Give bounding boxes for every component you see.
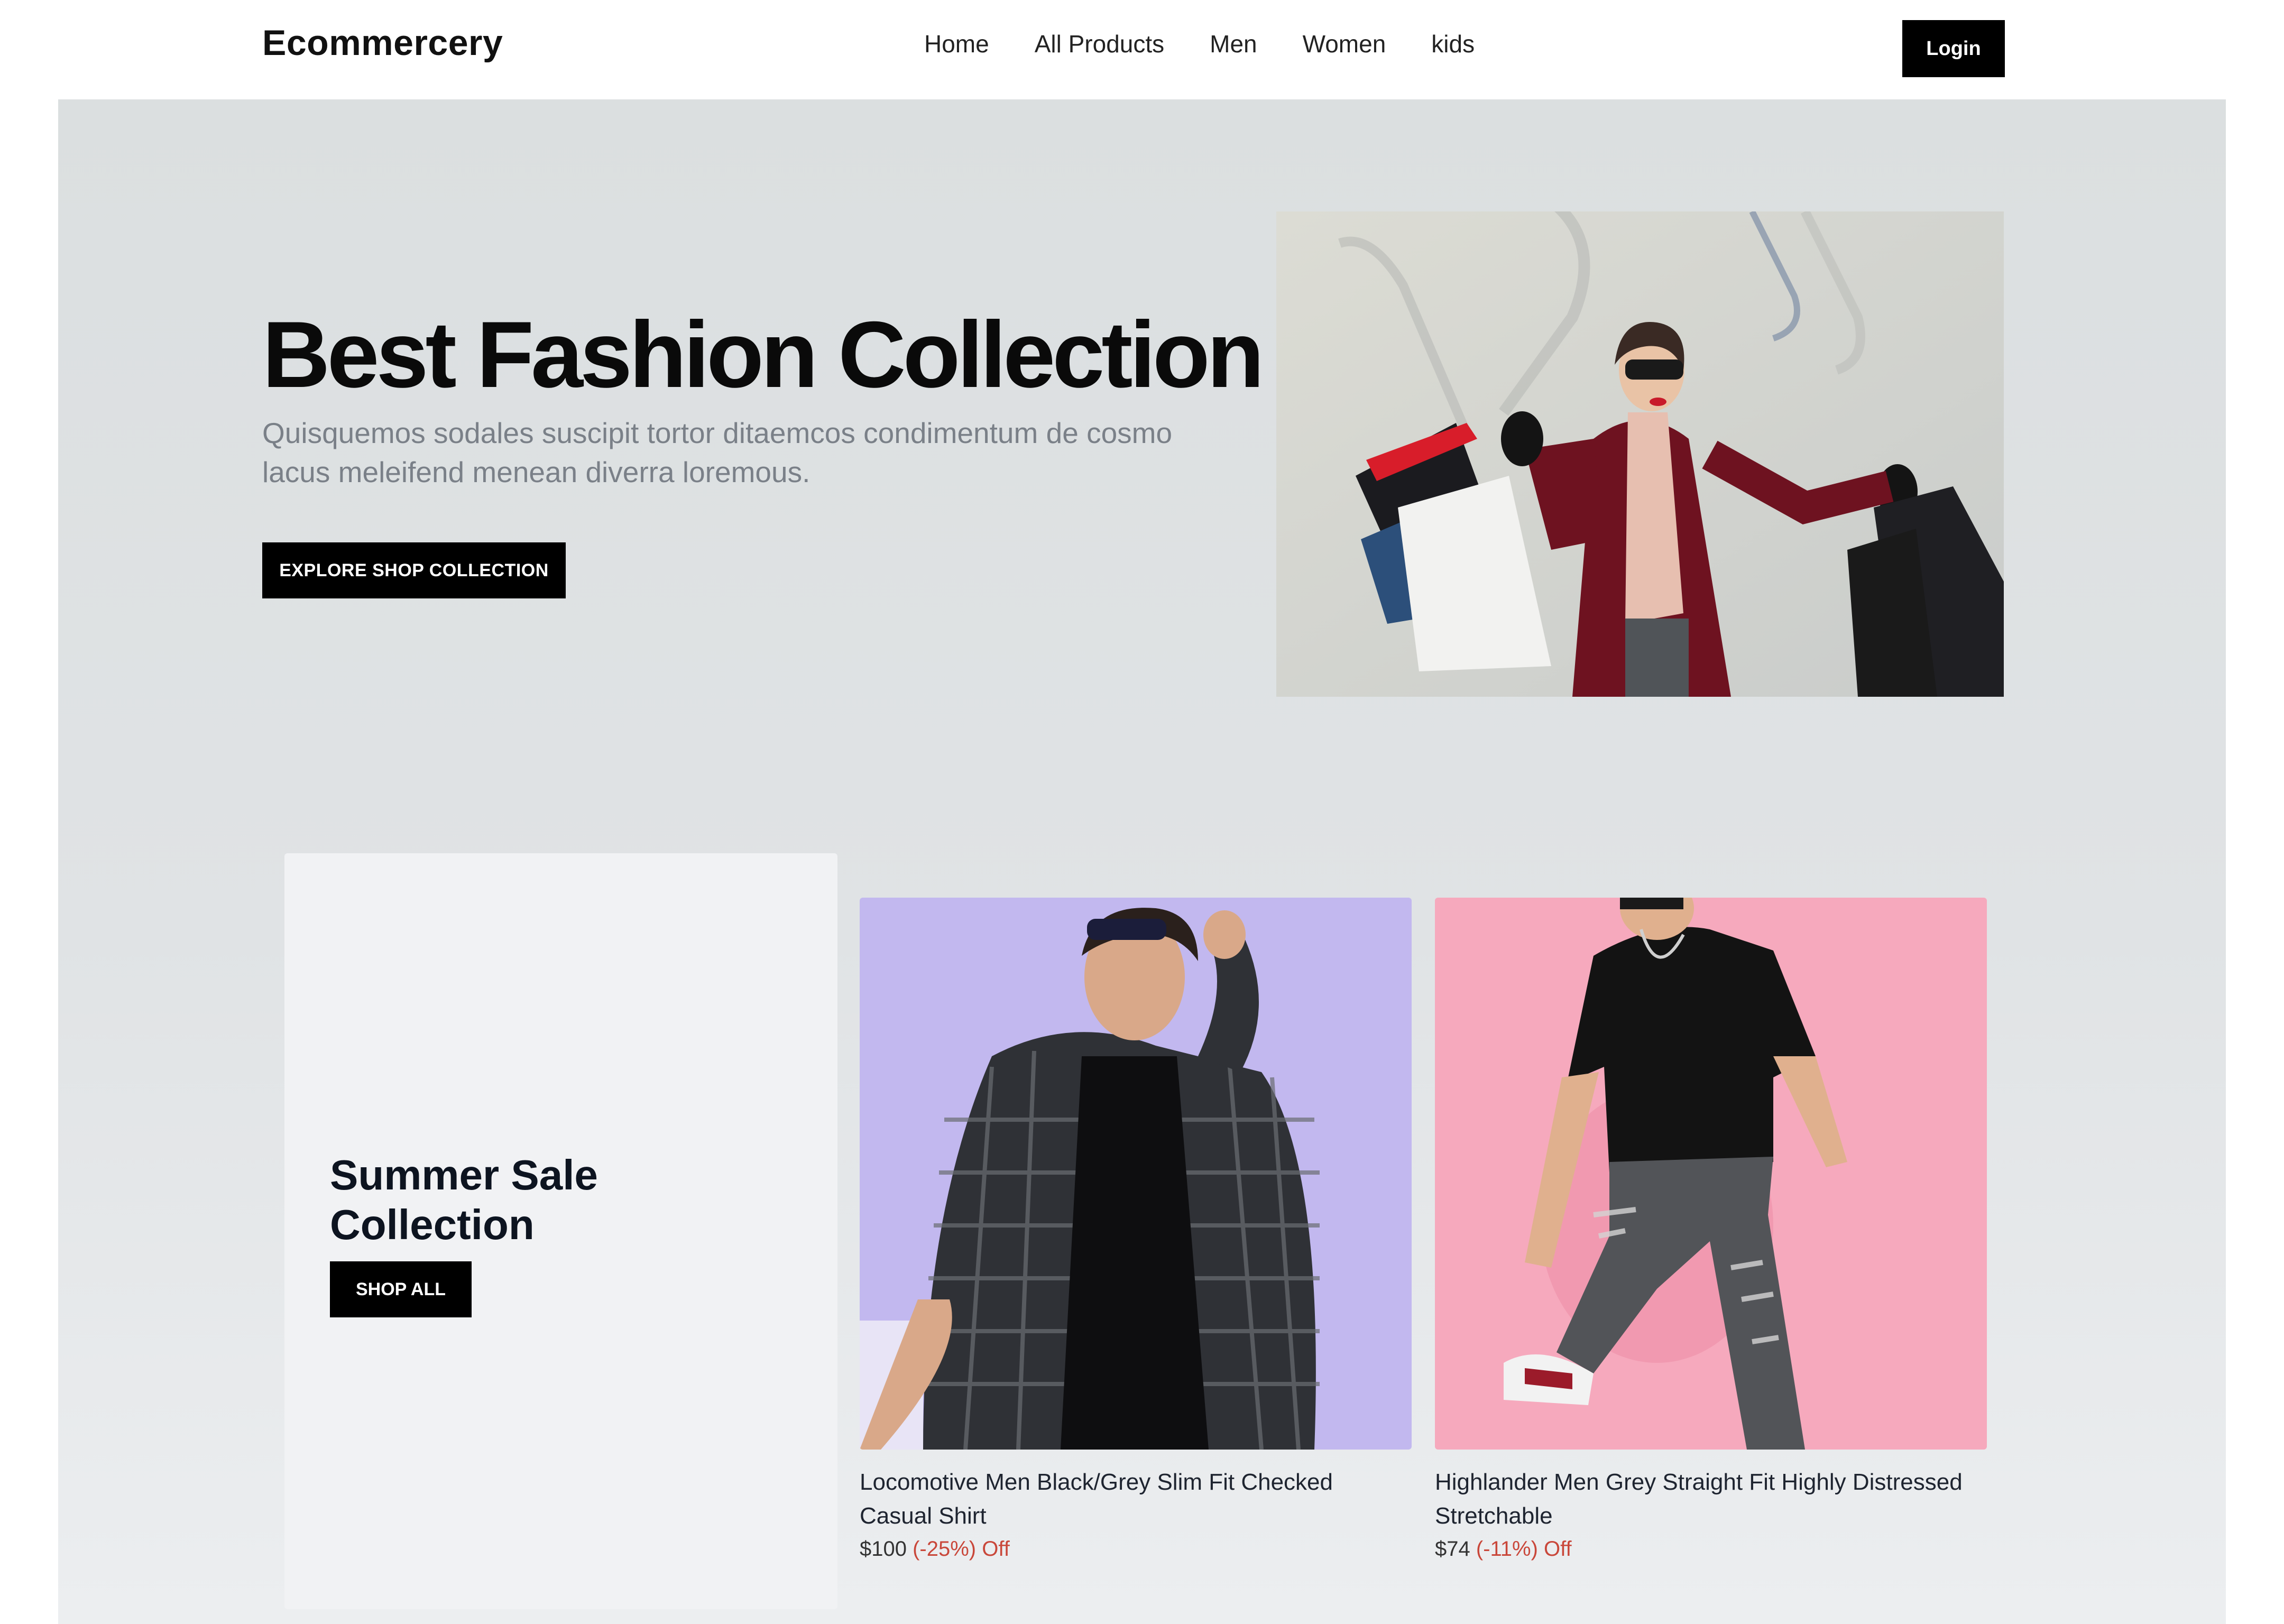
summer-sale-title: Summer Sale Collection — [330, 1151, 598, 1248]
hero-title: Best Fashion Collection — [262, 302, 1264, 407]
product-image[interactable] — [1435, 898, 1987, 1450]
nav-link-women[interactable]: Women — [1303, 30, 1386, 58]
woman-shopping-photo — [1276, 211, 2004, 697]
hero-description: Quisquemos sodales suscipit tortor ditae… — [262, 417, 1173, 488]
navbar: Ecommercery Home All Products Men Women … — [0, 0, 2284, 99]
product-price-row: $74 (-11%) Off — [1435, 1537, 1987, 1561]
product-name[interactable]: Locomotive Men Black/Grey Slim Fit Check… — [860, 1465, 1412, 1533]
main-content: Best Fashion Collection Quisquemos sodal… — [58, 99, 2226, 1624]
nav-link-men[interactable]: Men — [1210, 30, 1257, 58]
product-name[interactable]: Highlander Men Grey Straight Fit Highly … — [1435, 1465, 1987, 1533]
hero-image — [1276, 211, 2004, 697]
explore-shop-collection-button[interactable]: EXPLORE SHOP COLLECTION — [262, 542, 566, 598]
product-card[interactable]: Locomotive Men Black/Grey Slim Fit Check… — [860, 898, 1412, 1561]
shop-all-button[interactable]: SHOP ALL — [330, 1261, 472, 1317]
nav-links: Home All Products Men Women kids — [924, 30, 1475, 58]
nav-link-all-products[interactable]: All Products — [1035, 30, 1164, 58]
nav-link-kids[interactable]: kids — [1431, 30, 1475, 58]
product-price: $100 — [860, 1537, 907, 1561]
product-discount: (-25%) Off — [913, 1537, 1010, 1561]
product-price-row: $100 (-25%) Off — [860, 1537, 1412, 1561]
summer-sale-card: Summer Sale Collection SHOP ALL — [284, 853, 837, 1609]
nav-link-home[interactable]: Home — [924, 30, 989, 58]
brand-logo[interactable]: Ecommercery — [262, 22, 503, 63]
product-discount: (-11%) Off — [1476, 1537, 1572, 1561]
product-image[interactable] — [860, 898, 1412, 1450]
man-checked-shirt-photo — [860, 898, 1412, 1450]
product-price: $74 — [1435, 1537, 1470, 1561]
login-button[interactable]: Login — [1902, 20, 2005, 77]
product-card[interactable]: Highlander Men Grey Straight Fit Highly … — [1435, 898, 1987, 1561]
man-distressed-jeans-photo — [1435, 898, 1987, 1450]
